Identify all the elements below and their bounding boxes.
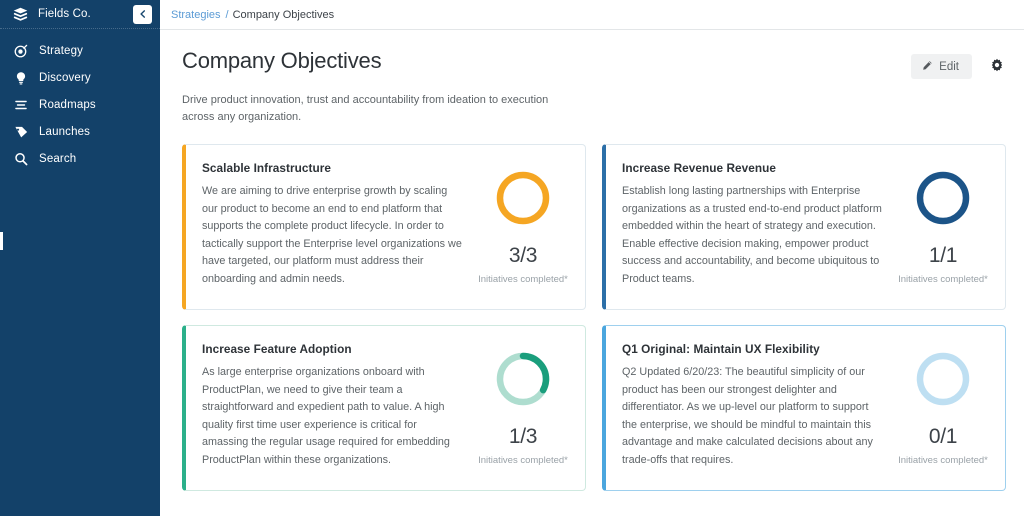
breadcrumb-separator: / bbox=[225, 8, 229, 21]
sidebar-item-label: Strategy bbox=[39, 44, 84, 57]
sidebar-item-label: Discovery bbox=[39, 71, 91, 84]
sidebar-item-search[interactable]: Search bbox=[0, 145, 160, 172]
lightbulb-icon bbox=[13, 70, 28, 85]
objective-card[interactable]: Scalable Infrastructure We are aiming to… bbox=[182, 144, 586, 311]
sidebar-item-label: Launches bbox=[39, 125, 91, 138]
page-description: Drive product innovation, trust and acco… bbox=[182, 94, 549, 124]
page-header: Company Objectives Edit bbox=[182, 30, 1006, 79]
card-body: Increase Feature Adoption As large enter… bbox=[202, 342, 471, 480]
sidebar-header: Fields Co. bbox=[0, 0, 160, 29]
metric-value: 0/1 bbox=[928, 425, 958, 449]
tag-icon bbox=[13, 124, 28, 139]
list-lines-icon bbox=[13, 97, 28, 112]
chevron-left-icon bbox=[138, 9, 148, 19]
page-title: Company Objectives bbox=[182, 48, 382, 73]
metric-label: Initiatives completed* bbox=[898, 274, 988, 286]
card-title: Q1 Original: Maintain UX Flexibility bbox=[622, 342, 820, 357]
main-area: Strategies / Company Objectives Company … bbox=[160, 0, 1024, 516]
page-actions: Edit bbox=[911, 49, 1006, 79]
card-title: Increase Feature Adoption bbox=[202, 342, 352, 357]
page-content: Company Objectives Edit Drive product in… bbox=[160, 30, 1024, 516]
gear-icon bbox=[990, 58, 1004, 75]
card-title: Increase Revenue Revenue bbox=[622, 161, 776, 176]
sidebar-scroll-indicator bbox=[0, 232, 3, 250]
card-body: Increase Revenue Revenue Establish long … bbox=[622, 161, 891, 299]
sidebar-item-discovery[interactable]: Discovery bbox=[0, 64, 160, 91]
card-description: Establish long lasting partnerships with… bbox=[622, 185, 882, 285]
breadcrumb: Strategies / Company Objectives bbox=[160, 0, 1024, 30]
card-title: Scalable Infrastructure bbox=[202, 161, 331, 176]
progress-ring bbox=[496, 171, 550, 225]
metric-value: 1/1 bbox=[928, 244, 958, 268]
brand-name: Fields Co. bbox=[38, 8, 91, 20]
edit-button[interactable]: Edit bbox=[911, 54, 972, 79]
sidebar-nav: Strategy Discovery Roadmaps Launches Sea… bbox=[0, 29, 160, 172]
objective-card[interactable]: Increase Revenue Revenue Establish long … bbox=[602, 144, 1006, 311]
progress-ring bbox=[916, 352, 970, 406]
card-description: As large enterprise organizations onboar… bbox=[202, 366, 450, 466]
progress-ring bbox=[916, 171, 970, 225]
breadcrumb-current: Company Objectives bbox=[232, 8, 335, 21]
card-description: Q2 Updated 6/20/23: The beautiful simpli… bbox=[622, 366, 873, 466]
layers-icon bbox=[12, 6, 29, 23]
edit-button-label: Edit bbox=[939, 60, 959, 73]
metric-value: 1/3 bbox=[508, 425, 538, 449]
progress-ring bbox=[496, 352, 550, 406]
card-body: Scalable Infrastructure We are aiming to… bbox=[202, 161, 471, 299]
sidebar-item-launches[interactable]: Launches bbox=[0, 118, 160, 145]
objective-card[interactable]: Increase Feature Adoption As large enter… bbox=[182, 325, 586, 492]
settings-button[interactable] bbox=[988, 56, 1006, 77]
sidebar-collapse-button[interactable] bbox=[133, 4, 152, 24]
sidebar-item-strategy[interactable]: Strategy bbox=[0, 37, 160, 64]
metric-label: Initiatives completed* bbox=[898, 455, 988, 467]
card-metric: 1/1 Initiatives completed* bbox=[891, 161, 995, 299]
metric-label: Initiatives completed* bbox=[478, 274, 568, 286]
objective-cards: Scalable Infrastructure We are aiming to… bbox=[182, 144, 1006, 492]
card-metric: 1/3 Initiatives completed* bbox=[471, 342, 575, 480]
metric-value: 3/3 bbox=[508, 244, 538, 268]
pencil-icon bbox=[922, 59, 933, 74]
sidebar-item-label: Roadmaps bbox=[39, 98, 96, 111]
card-metric: 0/1 Initiatives completed* bbox=[891, 342, 995, 480]
card-description: We are aiming to drive enterprise growth… bbox=[202, 185, 462, 285]
objective-card[interactable]: Q1 Original: Maintain UX Flexibility Q2 … bbox=[602, 325, 1006, 492]
metric-label: Initiatives completed* bbox=[478, 455, 568, 467]
target-icon bbox=[13, 43, 28, 58]
breadcrumb-parent-link[interactable]: Strategies bbox=[171, 9, 221, 21]
sidebar: Fields Co. Strategy Discovery Roadmaps L… bbox=[0, 0, 160, 516]
card-metric: 3/3 Initiatives completed* bbox=[471, 161, 575, 299]
card-body: Q1 Original: Maintain UX Flexibility Q2 … bbox=[622, 342, 891, 480]
app-root: Fields Co. Strategy Discovery Roadmaps L… bbox=[0, 0, 1024, 516]
sidebar-item-label: Search bbox=[39, 152, 77, 165]
search-icon bbox=[13, 151, 28, 166]
sidebar-item-roadmaps[interactable]: Roadmaps bbox=[0, 91, 160, 118]
